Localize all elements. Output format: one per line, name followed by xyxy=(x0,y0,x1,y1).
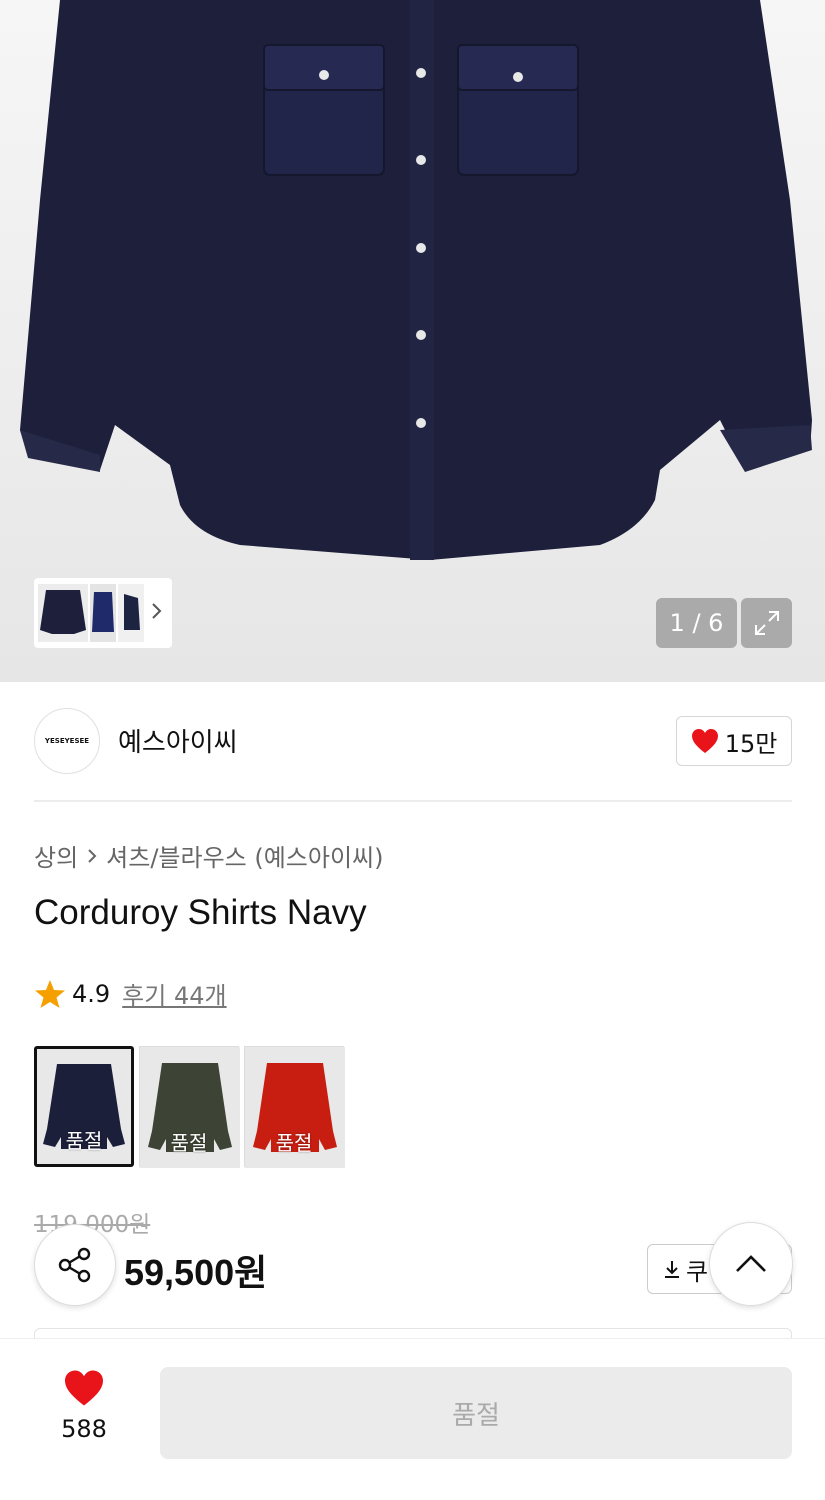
product-title: Corduroy Shirts Navy xyxy=(34,893,367,932)
brand-logo[interactable]: YESEYESEE xyxy=(34,708,100,774)
rating-row: 4.9 후기 44개 xyxy=(34,976,227,1011)
chevron-up-icon xyxy=(736,1255,766,1272)
soldout-label: 품절 xyxy=(275,1131,313,1155)
share-button[interactable] xyxy=(34,1224,116,1306)
chevron-right-icon[interactable] xyxy=(150,600,164,622)
heart-icon xyxy=(691,729,718,753)
brand-logo-text: YESEYESEE xyxy=(44,737,90,745)
star-icon xyxy=(35,979,65,1008)
wish-count: 588 xyxy=(61,1415,107,1443)
bottom-action-bar: 588 품절 xyxy=(0,1338,825,1500)
brand-name[interactable]: 예스아이씨 xyxy=(118,722,238,759)
share-icon xyxy=(58,1247,91,1283)
color-options: 품절 품절 품절 xyxy=(34,1046,345,1168)
heart-icon xyxy=(65,1370,103,1406)
breadcrumb-subcategory[interactable]: 셔츠/블라우스 (예스아이씨) xyxy=(106,838,383,873)
breadcrumb-category[interactable]: 상의 xyxy=(34,838,78,873)
coupon-label: 쿠 xyxy=(686,1257,709,1286)
soldout-label: 품절 xyxy=(65,1129,103,1153)
color-option-red[interactable]: 품절 xyxy=(244,1046,345,1168)
thumbnail-strip[interactable] xyxy=(34,578,172,648)
buy-button[interactable]: 품절 xyxy=(160,1367,792,1459)
thumbnail-1[interactable] xyxy=(38,584,88,642)
product-image-gallery[interactable]: 1 / 6 xyxy=(0,0,825,682)
breadcrumb: 상의 셔츠/블라우스 (예스아이씨) xyxy=(34,838,384,873)
thumbnail-2[interactable] xyxy=(90,584,116,642)
color-option-navy[interactable]: 품절 xyxy=(34,1046,134,1167)
wish-button[interactable]: 588 xyxy=(44,1369,124,1443)
brand-like-count: 15만 xyxy=(724,729,778,758)
scroll-top-button[interactable] xyxy=(709,1222,793,1306)
download-icon xyxy=(665,1261,679,1278)
color-option-khaki[interactable]: 품절 xyxy=(139,1046,240,1168)
reviews-link[interactable]: 후기 44개 xyxy=(122,976,226,1011)
thumbnail-3[interactable] xyxy=(118,584,144,642)
soldout-label: 품절 xyxy=(170,1131,208,1155)
expand-button[interactable] xyxy=(741,598,792,648)
sale-price: 59,500원 xyxy=(124,1252,268,1293)
brand-like-button[interactable]: 15만 xyxy=(676,716,792,766)
image-counter: 1 / 6 xyxy=(656,598,737,648)
chevron-right-icon xyxy=(88,848,97,863)
rating-value: 4.9 xyxy=(72,979,111,1008)
divider xyxy=(34,800,792,802)
expand-icon xyxy=(754,611,779,635)
